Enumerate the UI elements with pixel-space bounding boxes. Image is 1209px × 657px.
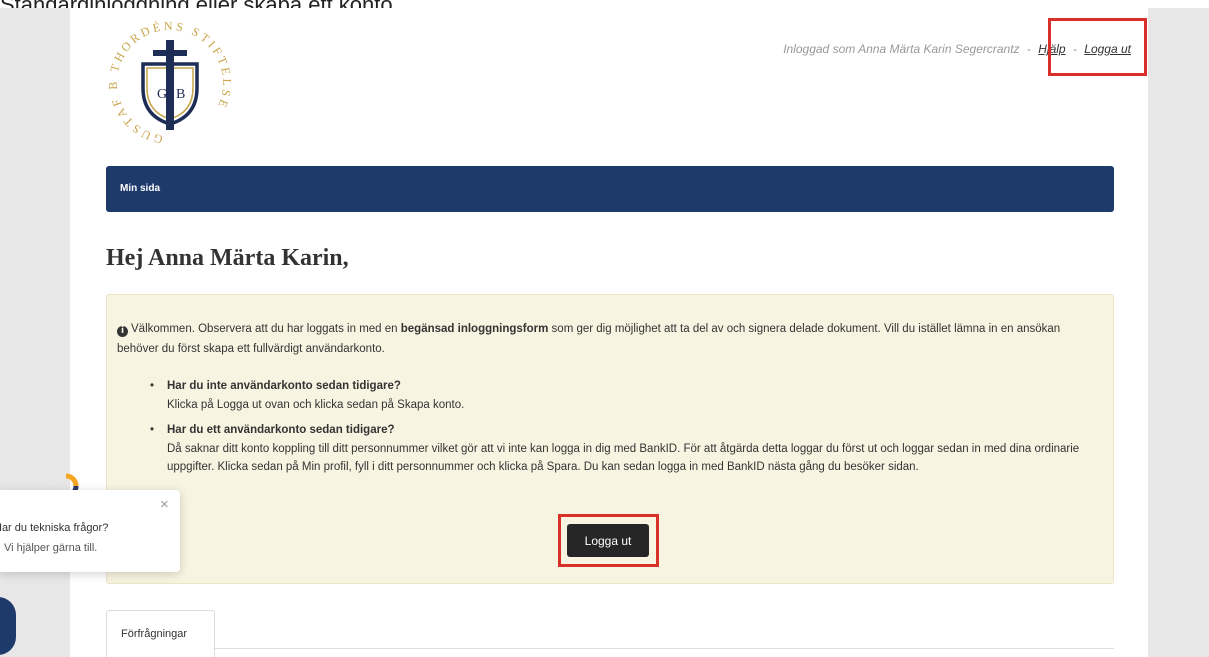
nav-item-min-sida[interactable]: Min sida (120, 183, 160, 194)
chat-popup[interactable]: × Har du tekniska frågor? Vi hjälper gär… (0, 490, 180, 572)
list-item-answer: Klicka på Logga ut ovan och klicka sedan… (167, 398, 465, 411)
alert-intro: i Välkommen. Observera att du har loggats… (117, 323, 1061, 355)
alert-emphasis: begänsad inloggningsform (400, 323, 549, 335)
list-item-question: Har du ett användarkonto sedan tidigare? (167, 424, 395, 436)
list-item-answer: Då saknar ditt konto koppling till ditt … (167, 442, 1080, 474)
info-icon: i (117, 326, 128, 337)
tab-forfragningar[interactable]: Förfrågningar (106, 610, 215, 657)
page-title: Hej Anna Märta Karin, (106, 245, 349, 271)
logged-in-text: Inloggad som Anna Märta Karin Segercrant… (783, 42, 1020, 56)
background-right (1148, 8, 1209, 657)
chat-message-line-2: Vi hjälper gärna till. (4, 542, 98, 554)
alert-list: Har du inte användarkonto sedan tidigare… (150, 377, 1087, 484)
chat-message-line-1: Har du tekniska frågor? (0, 522, 109, 534)
list-item: Har du ett användarkonto sedan tidigare?… (150, 421, 1087, 477)
svg-text:G: G (157, 87, 167, 102)
list-item: Har du inte användarkonto sedan tidigare… (150, 377, 1087, 414)
tab-divider (215, 648, 1114, 649)
separator: - (1026, 42, 1031, 56)
close-icon[interactable]: × (160, 496, 169, 513)
highlight-box-logout-button (558, 514, 659, 567)
list-item-question: Har du inte användarkonto sedan tidigare… (167, 380, 401, 392)
tab-label: Förfrågningar (121, 628, 188, 640)
highlight-box-logout-link (1048, 18, 1147, 76)
main-navbar: Min sida (106, 166, 1114, 212)
svg-text:B: B (176, 87, 185, 102)
foundation-logo[interactable]: GUSTAF B THORDÉNS STIFTELSE G B (105, 18, 235, 150)
